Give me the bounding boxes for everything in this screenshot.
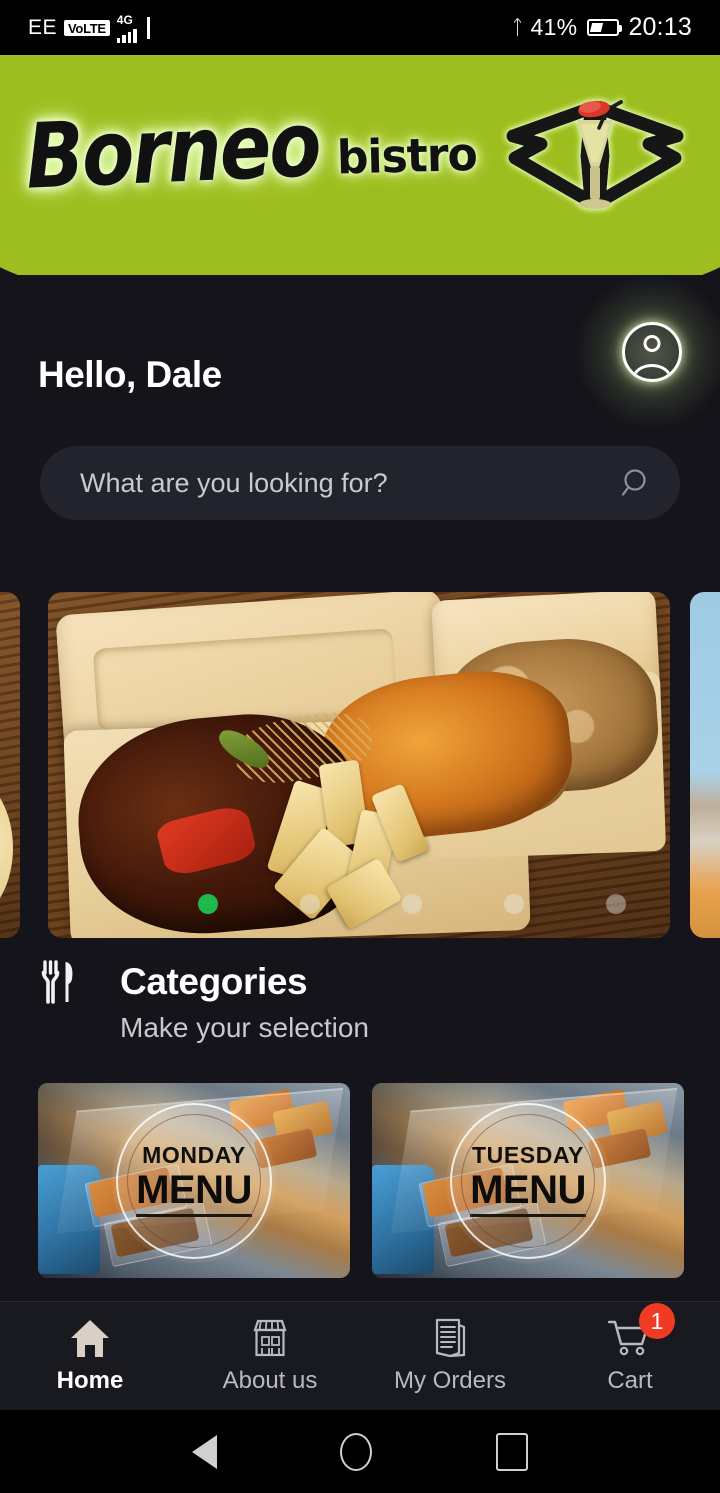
greeting-row: Hello, Dale [0,274,720,430]
signal-bars-icon [116,27,137,43]
category-card-day: MONDAY [142,1142,246,1168]
clock-label: 20:13 [628,13,692,41]
greeting-label: Hello, Dale [38,354,222,395]
carousel-dot[interactable] [606,894,626,914]
battery-icon [587,19,623,36]
category-card-badge: TUESDAY MENU [450,1102,606,1259]
category-card-list: MONDAY MENU TUESDAY MENU [38,1083,684,1278]
brand-banner: Borneo bistro [0,55,720,275]
android-navigation-bar [0,1410,720,1493]
home-icon [68,1317,112,1359]
category-card-menu-label: MENU [136,1169,252,1217]
carousel-slide-previous[interactable] [0,592,20,938]
carousel-slide-next[interactable] [690,592,720,938]
status-bar-left: EE VoLTE 4G [28,12,151,43]
volte-indicator: VoLTE [64,19,110,36]
nav-item-cart[interactable]: 1 Cart [540,1302,720,1410]
storefront-icon [248,1317,292,1359]
category-card-day: TUESDAY [472,1142,584,1168]
carousel-slide-image [48,592,670,938]
nav-label-home: Home [56,1367,124,1394]
bottom-navigation: Home About us My Orders 1 Cart [0,1301,720,1410]
avatar-head [643,335,661,352]
brand-name-label: Borneo [23,90,322,209]
carousel-dot[interactable] [198,894,218,914]
status-bar-right: ᛏ 41% 20:13 [512,13,693,42]
cutlery-icon [38,960,78,1004]
cart-badge: 1 [639,1303,675,1339]
bb-monogram-icon [495,84,695,229]
brand-suffix-label: bistro [336,127,478,185]
nav-item-home[interactable]: Home [0,1302,180,1410]
nav-label-cart: Cart [607,1367,653,1394]
carousel-slide-image [0,592,20,938]
network-type-label: 4G [116,12,133,27]
carousel-slide-active[interactable] [48,592,670,938]
categories-subtitle: Make your selection [120,1012,370,1043]
nav-item-my-orders[interactable]: My Orders [360,1302,540,1410]
bluetooth-icon: ᛏ [511,16,524,39]
carousel-dot[interactable] [402,894,422,914]
recents-icon[interactable] [496,1432,529,1471]
search-input[interactable] [40,467,602,499]
nav-label-my-orders: My Orders [393,1367,506,1394]
status-bar: EE VoLTE 4G ᛏ 41% 20:13 [0,0,720,55]
carousel-indicators[interactable] [198,894,670,914]
app-screen: EE VoLTE 4G ᛏ 41% 20:13 Borneo bistro He… [0,0,720,1493]
categories-title: Categories [120,961,308,1002]
network-indicator: 4G [116,12,137,43]
category-card-monday[interactable]: MONDAY MENU [38,1083,350,1278]
carousel-slide-image [690,592,720,938]
search-bar[interactable] [40,446,680,520]
category-card-tuesday[interactable]: TUESDAY MENU [372,1083,684,1278]
nav-item-about-us[interactable]: About us [180,1302,360,1410]
avatar-ring [622,322,682,382]
category-card-menu-label: MENU [470,1169,586,1217]
categories-section-header: Categories Make your selection [0,960,720,1044]
signal-strength-icon [146,16,151,39]
carousel-dot[interactable] [504,894,524,914]
receipt-icon [428,1317,472,1359]
carrier-label: EE [28,15,58,39]
category-card-badge: MONDAY MENU [116,1102,272,1259]
account-circle-icon[interactable] [574,274,720,430]
promo-carousel[interactable] [0,592,720,938]
battery-percent-label: 41% [530,14,578,40]
avatar-body [632,364,672,379]
nav-label-about-us: About us [222,1367,318,1394]
home-circle-icon[interactable] [340,1432,373,1471]
brand-logo: Borneo bistro [0,55,720,275]
back-icon[interactable] [191,1434,217,1469]
carousel-dot[interactable] [300,894,320,914]
shopping-cart-icon: 1 [607,1303,675,1359]
search-icon[interactable] [602,466,672,500]
